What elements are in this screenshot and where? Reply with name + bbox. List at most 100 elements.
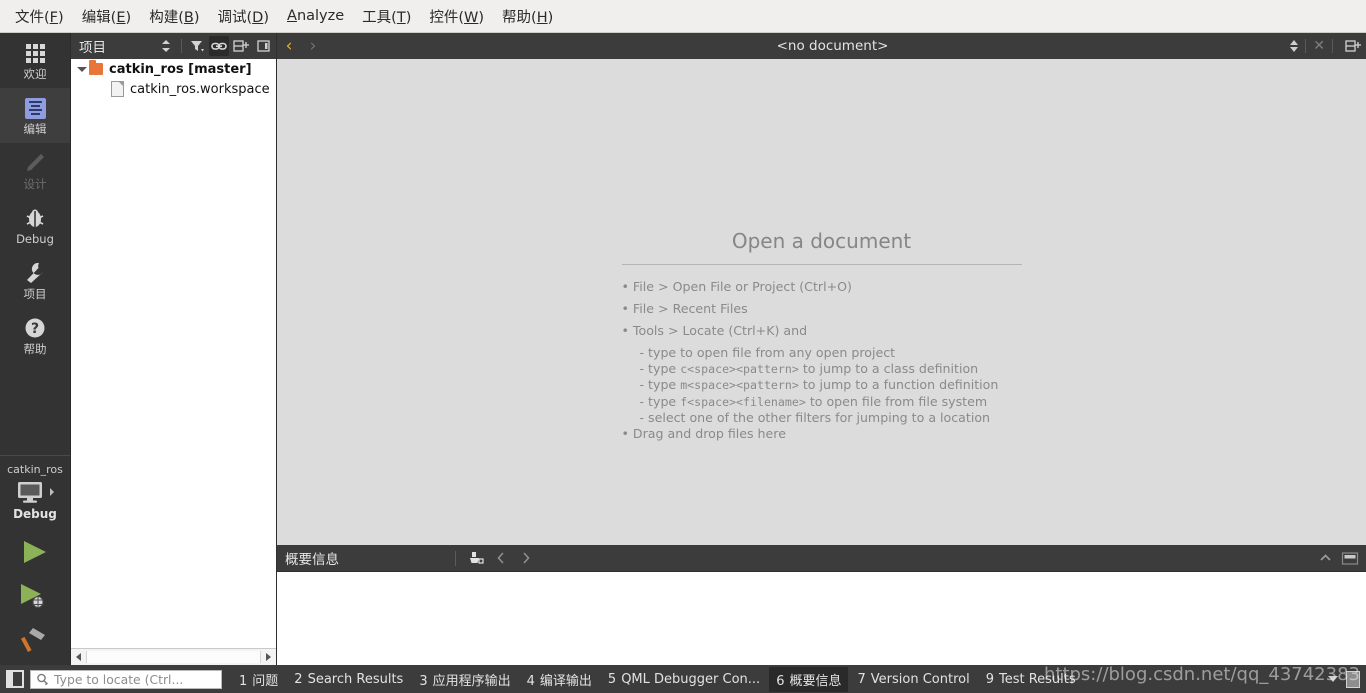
play-bug-icon xyxy=(21,584,44,608)
pane-chevron-down-icon[interactable] xyxy=(1328,676,1338,682)
editor-combo-tools: ✕ xyxy=(1290,38,1336,54)
project-tree-hscrollbar[interactable] xyxy=(71,648,276,665)
maximize-panel-icon xyxy=(1341,551,1359,565)
locator-input[interactable]: Type to locate (Ctrl... xyxy=(30,669,222,689)
progress-details-button[interactable] xyxy=(1346,670,1360,688)
pane-number: 2 xyxy=(294,671,303,687)
mode-button-Debug[interactable]: Debug xyxy=(0,198,70,253)
menu-item-2[interactable]: 编辑(E) xyxy=(73,3,141,30)
statusbar: Type to locate (Ctrl... 1 问题 2 Search Resul… xyxy=(0,664,1366,693)
mode-label: 编辑 xyxy=(23,122,47,136)
pane-label: Version Control xyxy=(870,671,970,687)
placeholder-title: Open a document xyxy=(731,229,912,253)
kit-project-name: catkin_ros xyxy=(7,463,63,476)
menu-item-8[interactable]: 帮助(H) xyxy=(493,3,562,30)
mode-button-欢迎[interactable]: 欢迎 xyxy=(0,33,70,88)
output-pane: 概要信息 xyxy=(277,545,1366,665)
clear-button[interactable] xyxy=(466,548,486,568)
pane-label: 应用程序输出 xyxy=(432,673,511,689)
document-selector-arrows-icon[interactable] xyxy=(1290,40,1299,52)
pane-number: 3 xyxy=(419,673,428,689)
kit-selector[interactable]: catkin_ros Debug xyxy=(0,455,70,521)
close-document-button[interactable]: ✕ xyxy=(1313,38,1325,54)
split-icon xyxy=(233,40,249,52)
menu-item-3[interactable]: 构建(B) xyxy=(140,3,208,30)
scroll-track[interactable] xyxy=(86,651,261,663)
run-button[interactable] xyxy=(15,537,55,567)
wrench-icon xyxy=(27,262,43,283)
menu-item-5[interactable]: Analyze xyxy=(278,5,353,27)
menu-item-6[interactable]: 工具(T) xyxy=(353,3,420,30)
output-pane-button-5[interactable]: 5 QML Debugger Con... xyxy=(601,669,767,690)
mode-label: 帮助 xyxy=(23,342,47,356)
mode-button-帮助[interactable]: ? 帮助 xyxy=(0,308,70,363)
placeholder-subline: - select one of the other filters for ju… xyxy=(639,409,991,425)
project-sidebar-title: 项目 xyxy=(79,40,106,56)
project-tree[interactable]: catkin_ros [master] catkin_ros.workspace xyxy=(71,59,276,648)
collapse-button[interactable] xyxy=(1315,548,1335,568)
build-button[interactable] xyxy=(15,625,55,655)
filter-button[interactable] xyxy=(187,36,207,56)
expand-caret-icon[interactable] xyxy=(75,66,89,72)
chevron-left-icon xyxy=(497,552,504,564)
sidebar-icon xyxy=(6,670,24,688)
menu-item-4[interactable]: 调试(D) xyxy=(209,3,279,30)
output-pane-title: 概要信息 xyxy=(285,552,339,568)
placeholder-mono-token: m<space><pattern> xyxy=(680,378,799,393)
current-document-label: <no document> xyxy=(776,38,889,54)
close-panel-icon xyxy=(256,40,270,52)
next-item-button[interactable] xyxy=(516,548,536,568)
play-icon xyxy=(24,541,46,563)
tree-item[interactable]: catkin_ros [master] xyxy=(71,59,276,79)
scroll-right-button[interactable] xyxy=(261,650,276,664)
split-button[interactable] xyxy=(231,36,251,56)
maximize-button[interactable] xyxy=(1340,548,1360,568)
menu-item-7[interactable]: 控件(W) xyxy=(420,3,493,30)
output-pane-button-1[interactable]: 1 问题 xyxy=(232,667,285,692)
pane-number: 1 xyxy=(239,673,248,689)
mode-button-设计: 设计 xyxy=(0,143,70,198)
output-pane-button-9[interactable]: 9 Test Results xyxy=(979,669,1083,690)
mode-button-项目[interactable]: 项目 xyxy=(0,253,70,308)
output-pane-button-3[interactable]: 3 应用程序输出 xyxy=(412,667,517,692)
go-forward-button[interactable]: › xyxy=(301,34,325,58)
toggle-sidebar-button[interactable] xyxy=(4,669,26,689)
split-editor-button[interactable] xyxy=(1340,39,1366,53)
sync-with-editor-button[interactable] xyxy=(209,36,229,56)
scroll-left-button[interactable] xyxy=(71,650,86,664)
output-pane-button-4[interactable]: 4 编译输出 xyxy=(520,667,599,692)
view-selector-button[interactable] xyxy=(156,36,176,56)
menu-item-1[interactable]: 文件(F) xyxy=(6,3,73,30)
project-sidebar-header: 项目 xyxy=(71,33,276,59)
output-pane-button-6[interactable]: 6 概要信息 xyxy=(769,666,849,692)
mode-selector-bar: 欢迎 编辑 设计 Debug 项目? 帮助 catkin_ros Debug xyxy=(0,33,71,665)
pane-number: 6 xyxy=(776,673,785,689)
debug-button[interactable] xyxy=(15,581,55,611)
statusbar-end-tools xyxy=(1328,670,1362,688)
pane-number: 7 xyxy=(857,671,866,687)
mode-label: Debug xyxy=(16,232,54,246)
main-body: 欢迎 编辑 设计 Debug 项目? 帮助 catkin_ros Debug 项… xyxy=(0,33,1366,665)
tree-item-label: catkin_ros [master] xyxy=(109,61,252,77)
edit-icon xyxy=(24,97,46,119)
mode-button-编辑[interactable]: 编辑 xyxy=(0,88,70,143)
locator-placeholder: Type to locate (Ctrl... xyxy=(54,671,184,687)
output-pane-buttons: 1 问题 2 Search Results 3 应用程序输出 4 编译输出 5 QML Debug… xyxy=(232,666,1083,692)
placeholder-mono-token: f<space><filename> xyxy=(680,394,806,409)
output-pane-header: 概要信息 xyxy=(277,545,1366,571)
open-documents-combo[interactable]: <no document> ✕ xyxy=(325,38,1340,54)
open-document-hint: Open a document • File > Open File or Pr… xyxy=(621,229,1022,545)
output-pane-button-7[interactable]: 7 Version Control xyxy=(850,669,976,690)
modebar-spacer xyxy=(0,363,70,455)
editor-area: ‹ › <no document> ✕ Open a document • Fi… xyxy=(277,33,1366,665)
close-sidebar-button[interactable] xyxy=(253,36,273,56)
prev-item-button[interactable] xyxy=(491,548,511,568)
tree-item[interactable]: catkin_ros.workspace xyxy=(71,79,276,99)
go-back-button[interactable]: ‹ xyxy=(277,34,301,58)
file-icon xyxy=(111,81,124,97)
placeholder-subline: - type m<space><pattern> to jump to a fu… xyxy=(639,377,999,393)
placeholder-bullet: • File > Recent Files xyxy=(621,301,748,316)
placeholder-subline: - type f<space><filename> to open file f… xyxy=(639,393,988,409)
output-pane-button-2[interactable]: 2 Search Results xyxy=(287,669,410,690)
run-actions xyxy=(0,521,70,665)
